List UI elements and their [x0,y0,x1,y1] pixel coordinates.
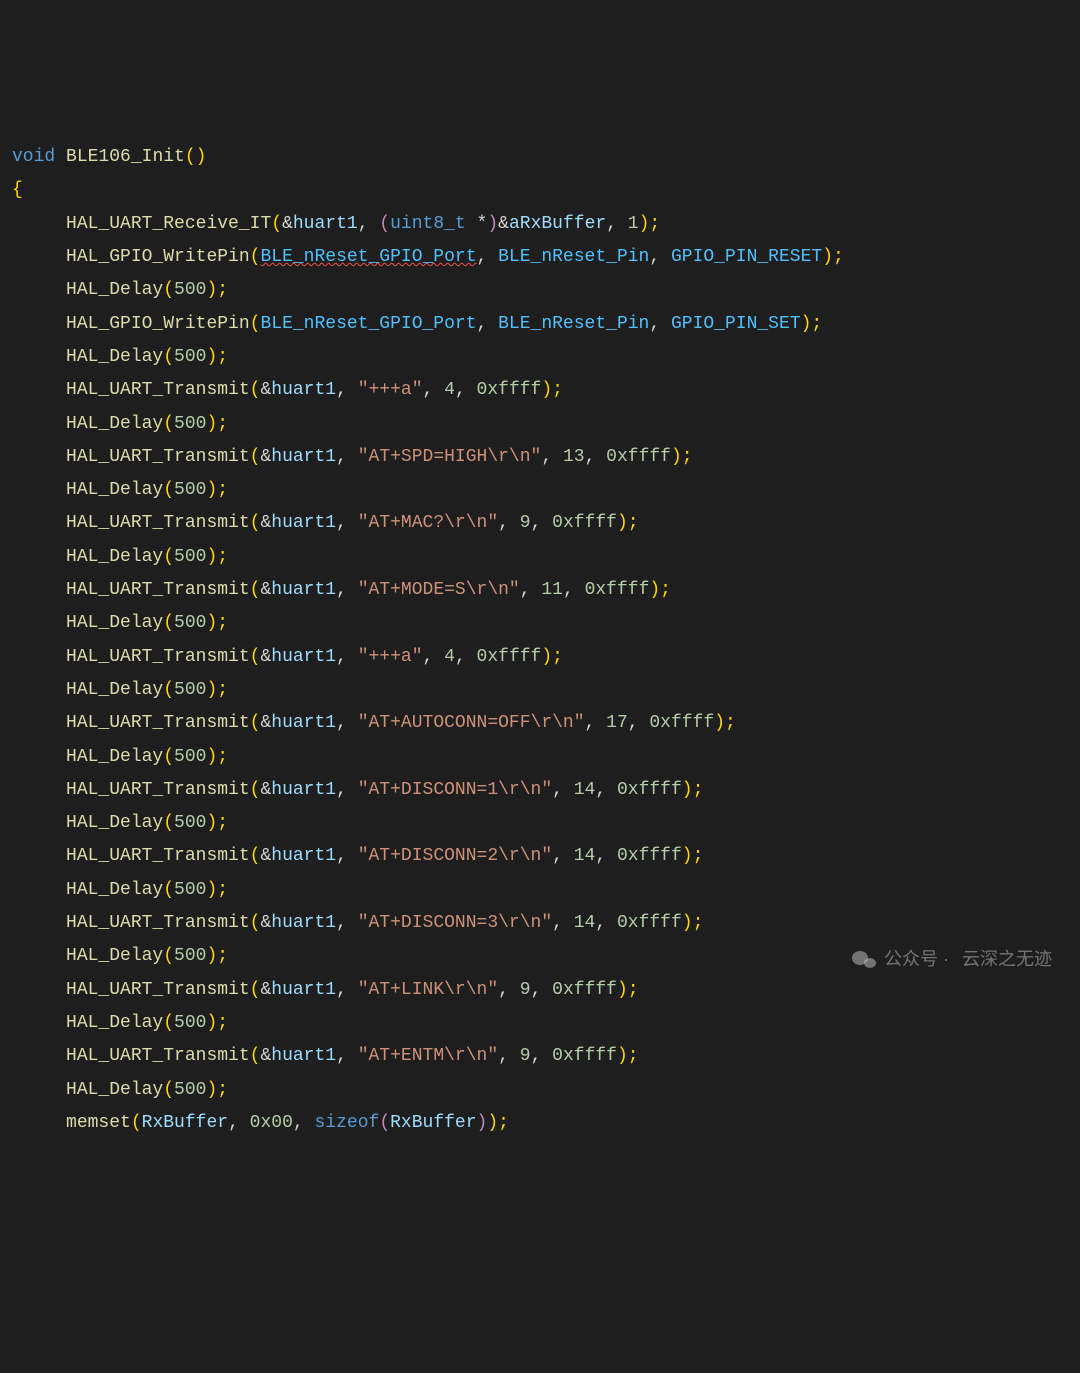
code-editor[interactable]: void BLE106_Init() { HAL_UART_Receive_IT… [12,141,1068,1140]
undefined-symbol: BLE_nReset_GPIO_Port [260,247,476,267]
function-name: BLE106_Init [66,147,185,167]
fn-call: HAL_Delay [66,280,163,300]
fn-call: HAL_GPIO_WritePin [66,247,250,267]
brace-open: { [12,180,23,200]
keyword-void: void [12,147,55,167]
paren: () [185,147,207,167]
fn-call: HAL_UART_Receive_IT [66,214,271,234]
fn-call: HAL_GPIO_WritePin [66,314,250,334]
